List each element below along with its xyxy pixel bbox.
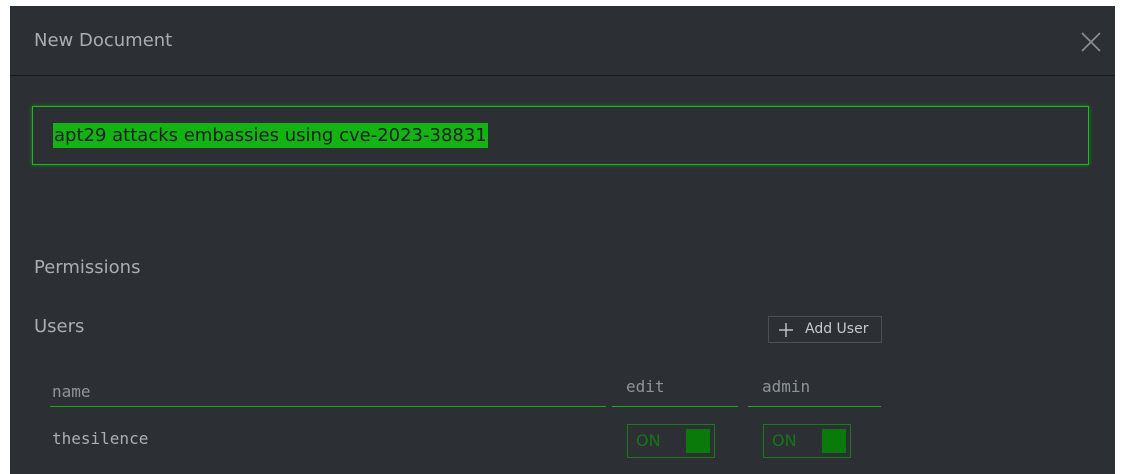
admin-toggle-label: ON [772, 431, 797, 450]
admin-toggle[interactable]: ON [763, 424, 851, 458]
user-name-cell: thesilence [52, 429, 149, 448]
users-heading: Users [34, 316, 85, 337]
close-button[interactable] [1080, 31, 1102, 53]
column-header-name-label: name [52, 382, 91, 401]
edit-toggle[interactable]: ON [627, 424, 715, 458]
edit-toggle-label: ON [636, 431, 661, 450]
dialog-header: New Document [10, 6, 1115, 76]
add-user-label: Add User [805, 321, 869, 337]
column-header-edit-label: edit [626, 377, 665, 396]
permissions-heading: Permissions [34, 257, 141, 278]
new-document-dialog: New Document apt29 attacks embassies usi… [10, 6, 1115, 474]
document-title-input[interactable]: apt29 attacks embassies using cve-2023-3… [32, 106, 1089, 165]
column-header-admin-label: admin [762, 377, 811, 396]
edit-toggle-knob [686, 429, 710, 453]
document-title-value: apt29 attacks embassies using cve-2023-3… [53, 123, 488, 148]
column-header-edit: edit [612, 377, 738, 407]
dialog-title: New Document [34, 30, 173, 51]
column-header-name: name [50, 380, 606, 407]
column-header-admin: admin [748, 377, 881, 407]
admin-toggle-knob [822, 429, 846, 453]
add-user-button[interactable]: Add User [768, 316, 882, 343]
close-icon [1081, 32, 1101, 52]
plus-icon [779, 323, 793, 337]
